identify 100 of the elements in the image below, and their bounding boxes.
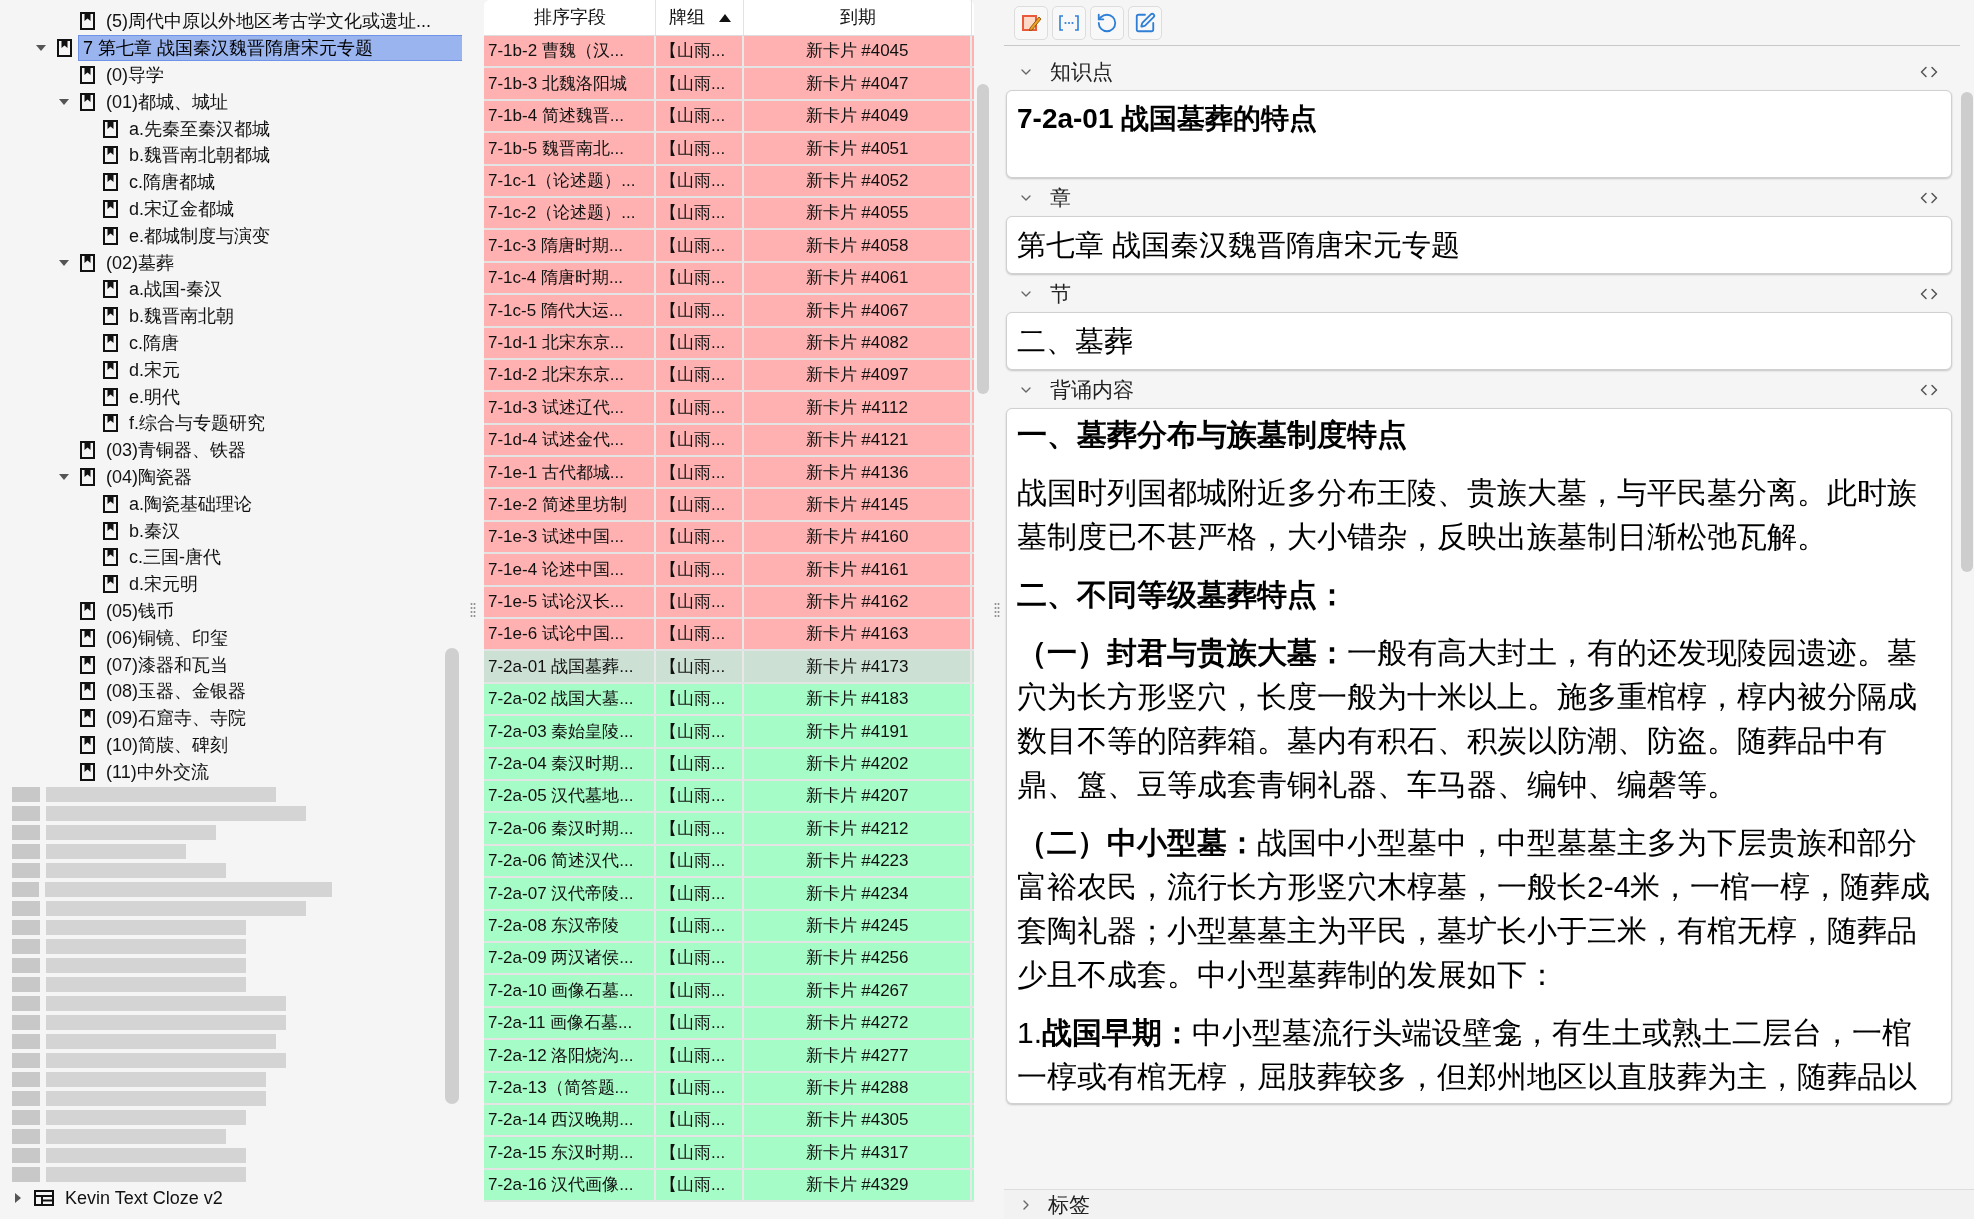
table-row[interactable]: 7-1e-1 古代都城... 【山雨... 新卡片 #4136 [484,457,974,490]
table-row[interactable]: 7-1d-3 试述辽代... 【山雨... 新卡片 #4112 [484,392,974,425]
table-cell: 【山雨... [656,359,744,391]
table-row[interactable]: 7-1d-2 北宋东京... 【山雨... 新卡片 #4097 [484,359,974,393]
table-cell: 新卡片 #4049 [744,100,972,132]
splitter-handle[interactable] [994,601,1000,618]
table-cell: 7-1c-5 隋代大运... [484,295,656,326]
table-row[interactable]: 7-1c-3 隋唐时期... 【山雨... 新卡片 #4058 [484,230,974,263]
tree-item[interactable]: (02)墓葬 [101,249,179,276]
column-header[interactable]: 牌组 [656,0,744,35]
edit-button[interactable] [1128,5,1162,40]
table-cell: 7-2a-04 秦汉时期... [484,748,656,779]
table-row[interactable]: 7-2a-13（简答题... 【山雨... 新卡片 #4288 [484,1072,974,1105]
table-cell: 7-1d-1 北宋东京... [484,327,656,358]
field-editor[interactable]: 第七章 战国秦汉魏晋隋唐宋元专题 [1006,216,1952,274]
tree-item[interactable]: d.宋元明 [124,571,203,598]
splitter-handle[interactable] [470,601,476,618]
tree-item[interactable]: a.先秦至秦汉都城 [124,115,275,142]
tree-item[interactable]: (10)简牍、碑刻 [101,731,233,758]
table-row[interactable]: 7-2a-03 秦始皇陵... 【山雨... 新卡片 #4191 [484,716,974,749]
table-row[interactable]: 7-1e-5 试论汉长... 【山雨... 新卡片 #4162 [484,586,974,620]
tree-item[interactable]: (04)陶瓷器 [101,463,197,490]
cloze-button[interactable] [1052,5,1086,40]
table-row[interactable]: 7-2a-10 画像石墓... 【山雨... 新卡片 #4267 [484,975,974,1008]
table-row[interactable]: 7-2a-01 战国墓葬... 【山雨... 新卡片 #4173 [484,651,974,684]
table-row[interactable]: 7-1b-2 曹魏（汉... 【山雨... 新卡片 #4045 [484,36,974,69]
tree-item[interactable]: (11)中外交流 [101,758,214,785]
table-cell: 7-2a-11 画像石墓... [484,1007,656,1039]
note-edit-button[interactable] [1014,5,1048,40]
table-cell: 新卡片 #4305 [744,1104,972,1136]
table-row[interactable]: 7-1e-2 简述里坊制 【山雨... 新卡片 #4145 [484,489,974,522]
table-cell: 7-1c-4 隋唐时期... [484,262,656,294]
field-editor[interactable] [1006,408,1952,1104]
table-cell: 7-2a-13（简答题... [484,1072,656,1103]
table-row[interactable]: 7-2a-09 两汉诸侯... 【山雨... 新卡片 #4256 [484,942,974,976]
tree-item[interactable]: d.宋元 [124,356,185,383]
tree-item[interactable]: Kevin Text Cloze v2 [60,1184,228,1211]
field-editor[interactable]: 二、墓葬 [1006,312,1952,370]
card-icon [80,441,95,460]
tree-item[interactable]: b.秦汉 [124,517,185,544]
field-label: 章 [1050,185,1071,212]
tree-item[interactable]: a.战国-秦汉 [124,276,227,303]
tree-item[interactable]: f.综合与专题研究 [124,410,270,437]
table-row[interactable]: 7-2a-08 东汉帝陵 【山雨... 新卡片 #4245 [484,910,974,943]
field-editor[interactable]: 7-2a-01 战国墓葬的特点 [1006,90,1952,178]
tree-item[interactable]: e.明代 [124,383,185,410]
table-row[interactable]: 7-2a-06 秦汉时期... 【山雨... 新卡片 #4212 [484,813,974,846]
table-row[interactable]: 7-2a-14 西汉晚期... 【山雨... 新卡片 #4305 [484,1104,974,1138]
table-row[interactable]: 7-2a-15 东汉时期... 【山雨... 新卡片 #4317 [484,1137,974,1170]
tree-item[interactable]: d.宋辽金都城 [124,195,239,222]
tree-item[interactable]: (08)玉器、金银器 [101,678,251,705]
table-row[interactable]: 7-2a-02 战国大墓... 【山雨... 新卡片 #4183 [484,683,974,717]
table-row[interactable]: 7-2a-05 汉代墓地... 【山雨... 新卡片 #4207 [484,781,974,814]
table-row[interactable]: 7-1c-1（论述题）... 【山雨... 新卡片 #4052 [484,165,974,198]
scrollbar-thumb[interactable] [445,648,459,1104]
table-cell: 7-2a-05 汉代墓地... [484,781,656,812]
card-icon [103,414,118,433]
table-row[interactable]: 7-1d-1 北宋东京... 【山雨... 新卡片 #4082 [484,327,974,360]
table-row[interactable]: 7-1e-3 试述中国... 【山雨... 新卡片 #4160 [484,521,974,555]
table-cell: 新卡片 #4047 [744,68,972,99]
tree-item[interactable]: b.魏晋南北朝 [124,303,239,330]
tree-item[interactable]: (01)都城、城址 [101,88,233,115]
tree-item[interactable]: c.三国-唐代 [124,544,226,571]
tree-item[interactable]: c.隋唐都城 [124,169,220,196]
table-row[interactable]: 7-2a-12 洛阳烧沟... 【山雨... 新卡片 #4277 [484,1040,974,1073]
card-icon [80,467,95,486]
tree-item[interactable]: (03)青铜器、铁器 [101,437,251,464]
table-row[interactable]: 7-1b-4 简述魏晋... 【山雨... 新卡片 #4049 [484,100,974,134]
table-row[interactable]: 7-2a-11 画像石墓... 【山雨... 新卡片 #4272 [484,1007,974,1041]
table-row[interactable]: 7-1b-5 魏晋南北... 【山雨... 新卡片 #4051 [484,133,974,166]
tree-item[interactable]: c.隋唐 [124,329,184,356]
table-row[interactable]: 7-1d-4 试述金代... 【山雨... 新卡片 #4121 [484,424,974,458]
tree-item[interactable]: (09)石窟寺、寺院 [101,705,251,732]
tree-item[interactable]: (0)导学 [101,62,169,88]
table-row[interactable]: 7-2a-06 简述汉代... 【山雨... 新卡片 #4223 [484,845,974,879]
table-cell: 7-2a-07 汉代帝陵... [484,878,656,909]
tree-item[interactable]: 7 第七章 战国秦汉魏晋隋唐宋元专题 [78,35,462,62]
tree-item[interactable]: (05)钱币 [101,597,179,624]
table-row[interactable]: 7-2a-16 汉代画像... 【山雨... 新卡片 #4329 [484,1169,974,1203]
table-row[interactable]: 7-1e-6 试论中国... 【山雨... 新卡片 #4163 [484,619,974,652]
tree-item[interactable]: e.都城制度与演变 [124,222,275,249]
table-row[interactable]: 7-2a-07 汉代帝陵... 【山雨... 新卡片 #4234 [484,878,974,911]
table-row[interactable]: 7-1c-2（论述题）... 【山雨... 新卡片 #4055 [484,197,974,231]
table-cell: 7-1e-3 试述中国... [484,521,656,553]
scrollbar-thumb[interactable] [977,84,989,394]
table-row[interactable]: 7-1c-5 隋代大运... 【山雨... 新卡片 #4067 [484,295,974,328]
table-cell: 【山雨... [656,651,744,682]
tree-item[interactable]: b.魏晋南北朝都城 [124,142,275,169]
undo-button[interactable] [1090,5,1124,40]
tree-item[interactable]: a.陶瓷基础理论 [124,490,257,517]
table-row[interactable]: 7-1c-4 隋唐时期... 【山雨... 新卡片 #4061 [484,262,974,296]
table-row[interactable]: 7-2a-04 秦汉时期... 【山雨... 新卡片 #4202 [484,748,974,781]
table-row[interactable]: 7-1e-4 论述中国... 【山雨... 新卡片 #4161 [484,554,974,587]
table-row[interactable]: 7-1b-3 北魏洛阳城 【山雨... 新卡片 #4047 [484,68,974,101]
tree-item[interactable]: (07)漆器和瓦当 [101,651,233,678]
tree-item[interactable]: (06)铜镜、印玺 [101,624,233,651]
tree-item[interactable]: (5)周代中原以外地区考古学文化或遗址... [101,8,436,35]
column-header[interactable]: 到期 [744,0,972,35]
column-header[interactable]: 排序字段 [484,0,656,35]
scrollbar-thumb[interactable] [1961,92,1973,572]
